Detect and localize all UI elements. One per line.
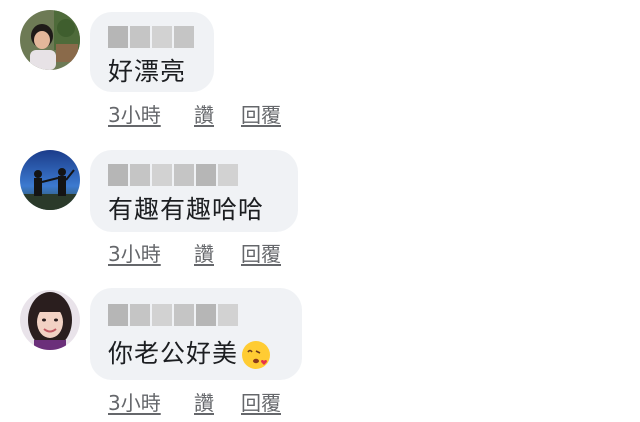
comment-actions: 3小時讚回覆 [108, 387, 281, 416]
avatar-photo-child [20, 10, 80, 70]
timestamp-link[interactable]: 3小時 [108, 387, 168, 416]
author-name-redacted[interactable] [108, 304, 240, 326]
avatar[interactable] [20, 150, 80, 210]
comment-bubble: 你老公好美 [90, 288, 302, 380]
kissing-heart-emoji [242, 341, 271, 369]
comment-text: 你老公好美 [108, 334, 272, 371]
comment-actions: 3小時讚回覆 [108, 238, 281, 267]
comment-actions: 3小時讚回覆 [108, 99, 281, 128]
author-name-redacted[interactable] [108, 164, 240, 186]
comment-text: 好漂亮 [108, 57, 187, 86]
avatar-photo-couple [20, 150, 80, 210]
like-link[interactable]: 讚 [194, 99, 218, 128]
reply-link[interactable]: 回覆 [241, 387, 281, 416]
avatar[interactable] [20, 10, 80, 70]
avatar-photo-woman [20, 290, 80, 350]
reply-link[interactable]: 回覆 [241, 99, 281, 128]
reply-link[interactable]: 回覆 [241, 238, 281, 267]
timestamp-link[interactable]: 3小時 [108, 99, 168, 128]
author-name-redacted[interactable] [108, 26, 196, 48]
like-link[interactable]: 讚 [194, 387, 218, 416]
comment-text-content: 你老公好美 [108, 339, 239, 368]
comment-bubble: 有趣有趣哈哈 [90, 150, 298, 232]
comment-text: 有趣有趣哈哈 [108, 195, 265, 224]
comment-bubble: 好漂亮 [90, 12, 214, 92]
like-link[interactable]: 讚 [194, 238, 218, 267]
avatar[interactable] [20, 290, 80, 350]
timestamp-link[interactable]: 3小時 [108, 238, 168, 267]
